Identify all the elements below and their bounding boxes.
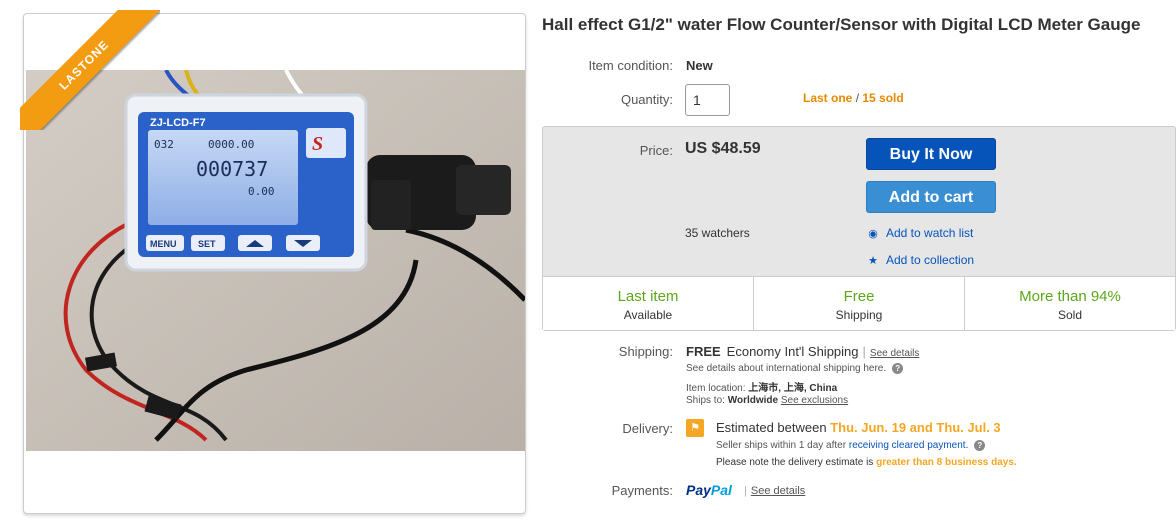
svg-text:SET: SET [198, 239, 216, 249]
condition-value: New [686, 58, 713, 73]
price-label: Price: [639, 143, 673, 158]
stat-main: Last item [617, 288, 679, 305]
estimate-prefix: Estimated between [716, 420, 827, 435]
watch-list-label: Add to watch list [886, 226, 974, 240]
intl-shipping-text: See details about international shipping… [686, 363, 887, 375]
paypal-logo-a: Pay [686, 482, 711, 498]
quantity-input[interactable] [685, 84, 730, 116]
item-title: Hall effect G1/2" water Flow Counter/Sen… [542, 15, 1141, 34]
stat-sub: Sold [1057, 308, 1083, 322]
ships-to-value: Worldwide [727, 395, 779, 406]
svg-text:S: S [312, 133, 323, 155]
estimate-dates: Thu. Jun. 19 and Thu. Jul. 3 [830, 420, 1001, 435]
quantity-label: Quantity: [620, 92, 673, 107]
lcd-top-right: 0000.00 [208, 138, 254, 151]
delivery-estimate-note: Please note the delivery estimate is gre… [716, 457, 1017, 468]
stat-main: Free [843, 288, 875, 305]
ships-to: Ships to: Worldwide See exclusions [686, 395, 848, 406]
lcd-main-reading: 000737 [196, 157, 268, 181]
item-location: Item location: 上海市, 上海, China [686, 379, 837, 394]
add-to-watch-list-link[interactable]: ◉ Add to watch list [866, 226, 973, 240]
stat-last-item: Last item Available [543, 277, 754, 330]
intl-shipping-note: See details about international shipping… [686, 363, 904, 375]
item-image-panel: LASTONE ZJ-LCD-F7 032 0000.00 000737 0.0… [20, 10, 526, 514]
star-icon: ★ [868, 255, 878, 267]
last-one-text: Last one [803, 91, 853, 105]
seller-note-text: Seller ships within 1 day after [716, 440, 847, 452]
stat-sold: More than 94% Sold [965, 277, 1175, 330]
flag-icon: ⚑ [686, 419, 704, 437]
note-highlight: greater than 8 business days. [876, 457, 1017, 468]
item-stats: Last item Available Free Shipping More t… [543, 276, 1175, 330]
seller-ships-note: Seller ships within 1 day after receivin… [716, 440, 986, 452]
shipping-free: FREE [686, 344, 721, 359]
price-value: US $48.59 [685, 140, 761, 157]
paypal-logo-b: Pal [710, 482, 732, 498]
stat-free-shipping: Free Shipping [754, 277, 965, 330]
svg-text:MENU: MENU [150, 239, 177, 249]
eye-icon: ◉ [868, 228, 878, 240]
paypal-logo: PayPal [686, 482, 732, 498]
stat-main: More than 94% [1019, 288, 1121, 305]
buy-it-now-button[interactable]: Buy It Now [866, 138, 996, 170]
sold-count-link[interactable]: 15 sold [862, 91, 903, 105]
shipping-label: Shipping: [618, 344, 673, 359]
lcd-rate: 0.00 [248, 185, 275, 198]
watchers-count: 35 watchers [685, 226, 750, 240]
help-icon[interactable]: ? [892, 363, 904, 374]
location-label: Item location: [686, 383, 746, 394]
payments-see-details: | See details [744, 485, 806, 497]
delivery-label: Delivery: [622, 421, 673, 436]
shipping-summary: FREE Economy Int'l Shipping | See details [686, 344, 920, 359]
collection-label: Add to collection [886, 253, 975, 267]
last-one-ribbon: LASTONE [20, 10, 160, 130]
stat-sub: Shipping [835, 308, 883, 322]
add-to-collection-link[interactable]: ★ Add to collection [866, 253, 974, 267]
quantity-availability: Last one / 15 sold [803, 91, 904, 105]
payments-label: Payments: [611, 483, 673, 498]
shipping-see-details-link[interactable]: See details [870, 348, 919, 359]
condition-label: Item condition: [588, 58, 673, 73]
lcd-top-left: 032 [154, 138, 174, 151]
add-to-cart-button[interactable]: Add to cart [866, 181, 996, 213]
payments-see-details-link[interactable]: See details [751, 485, 805, 497]
shipping-method: Economy Int'l Shipping [726, 344, 859, 359]
delivery-estimate: Estimated between Thu. Jun. 19 and Thu. … [716, 420, 1001, 435]
ships-to-label: Ships to: [686, 395, 725, 406]
cleared-payment-link[interactable]: receiving cleared payment. [849, 440, 969, 451]
stat-sub: Available [623, 308, 673, 322]
help-icon[interactable]: ? [974, 440, 986, 451]
ribbon-label: LASTONE [20, 10, 160, 130]
note-prefix: Please note the delivery estimate is [716, 457, 874, 468]
slash: / [855, 91, 860, 105]
see-exclusions-link[interactable]: See exclusions [781, 395, 848, 406]
location-value: 上海市, 上海, China [748, 383, 838, 394]
